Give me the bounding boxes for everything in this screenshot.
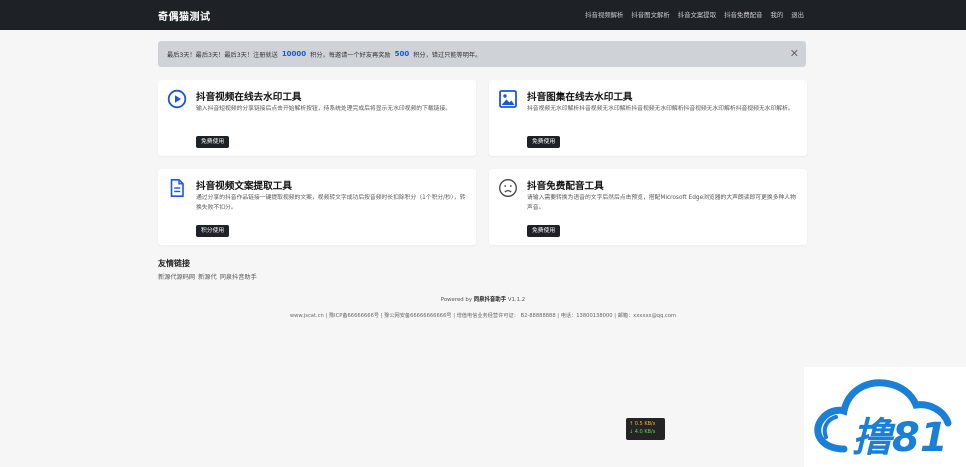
site-watermark-logo: 撸81: [804, 367, 966, 467]
nav-mine[interactable]: 我的: [770, 10, 783, 19]
card-description: 请输入需要转换为语音的文字后然后点击预览，搭配Microsoft Edge浏览器…: [527, 195, 796, 211]
tool-card-free-dubbing: 抖音免费配音工具 请输入需要转换为语音的文字后然后点击预览，搭配Microsof…: [489, 169, 807, 245]
alert-text-before: 最后3天！最后3天！最后3天！注册就送: [167, 51, 278, 59]
nav-logout[interactable]: 退出: [791, 10, 804, 19]
play-circle-icon: [167, 89, 187, 109]
card-title: 抖音免费配音工具: [527, 181, 604, 192]
friend-link-1[interactable]: 新源代源码网: [158, 272, 195, 281]
powered-name[interactable]: 同泉抖音助手: [474, 297, 506, 303]
top-navbar: 奇偶猫测试 抖音视频解析 抖音图文解析 抖音文案提取 抖音免费配音 我的 退出: [0, 0, 966, 30]
free-use-button[interactable]: 免费使用: [527, 136, 561, 148]
card-title: 抖音视频在线去水印工具: [196, 92, 302, 103]
alert-text-after: 积分，错过只能等明年。: [413, 51, 482, 59]
card-description: 通过分享的抖音作品链接一键提取视频的文案，视频转文字成功后按音频时长扣除积分（1…: [196, 195, 466, 211]
watermark-text: 撸81: [852, 415, 948, 461]
nav-video-parse[interactable]: 抖音视频解析: [585, 10, 623, 19]
card-title: 抖音视频文案提取工具: [196, 181, 292, 192]
alert-invite-points: 500: [394, 50, 410, 58]
powered-prefix: Powered by: [440, 297, 473, 303]
alert-signup-points: 10000: [281, 50, 307, 58]
promo-alert: 最后3天！最后3天！最后3天！注册就送 10000 积分，每邀请一个好友再奖励 …: [158, 41, 806, 67]
friend-link-3[interactable]: 同泉抖音助手: [220, 272, 257, 281]
alert-text-mid: 积分，每邀请一个好友再奖励: [310, 51, 391, 59]
nav-text-extract[interactable]: 抖音文案提取: [678, 10, 716, 19]
nav-free-dubbing[interactable]: 抖音免费配音: [724, 10, 762, 19]
download-speed: ↓ 4.0 KB/s: [629, 429, 656, 435]
card-title: 抖音图集在线去水印工具: [527, 92, 633, 103]
powered-by: Powered by 同泉抖音助手 V1.1.2: [0, 295, 966, 303]
free-use-button[interactable]: 免费使用: [527, 225, 561, 237]
tool-card-image-watermark: 抖音图集在线去水印工具 抖音视频无水印解析抖音视频无水印解析抖音视频无水印解析抖…: [489, 80, 807, 156]
footer-info: www.jscat.cn | 豫ICP备66666666号 | 豫公网安备666…: [289, 313, 677, 319]
image-gallery-icon: [499, 90, 517, 108]
sad-face-icon: [499, 179, 517, 197]
main-nav: 抖音视频解析 抖音图文解析 抖音文案提取 抖音免费配音 我的 退出: [585, 10, 804, 19]
network-speed-widget: ↑ 0.5 KB/s ↓ 4.0 KB/s: [626, 418, 665, 440]
friend-link-2[interactable]: 新源代: [198, 272, 217, 281]
points-use-button[interactable]: 积分使用: [196, 225, 230, 237]
friend-links-title: 友情链接: [158, 259, 190, 268]
tool-card-text-extract: 抖音视频文案提取工具 通过分享的抖音作品链接一键提取视频的文案，视频转文字成功后…: [158, 169, 476, 245]
upload-speed: ↑ 0.5 KB/s: [629, 421, 656, 427]
site-brand[interactable]: 奇偶猫测试: [158, 8, 211, 23]
card-description: 输入抖音短视频的分享链接后点击开始解析按钮，待系统处理完成后将显示无水印视频的下…: [196, 106, 452, 112]
friend-links-list: 新源代源码网 新源代 同泉抖音助手: [158, 272, 257, 281]
powered-version: V1.1.2: [507, 297, 526, 303]
free-use-button[interactable]: 免费使用: [196, 136, 230, 148]
document-icon: [170, 179, 184, 197]
cloud-logo-icon: 撸81: [814, 379, 952, 461]
nav-image-parse[interactable]: 抖音图文解析: [631, 10, 669, 19]
close-icon[interactable]: ✕: [790, 47, 799, 61]
tool-card-video-watermark: 抖音视频在线去水印工具 输入抖音短视频的分享链接后点击开始解析按钮，待系统处理完…: [158, 80, 476, 156]
card-description: 抖音视频无水印解析抖音视频无水印解析抖音视频无水印解析抖音视频无水印解析抖音视频…: [527, 106, 794, 112]
